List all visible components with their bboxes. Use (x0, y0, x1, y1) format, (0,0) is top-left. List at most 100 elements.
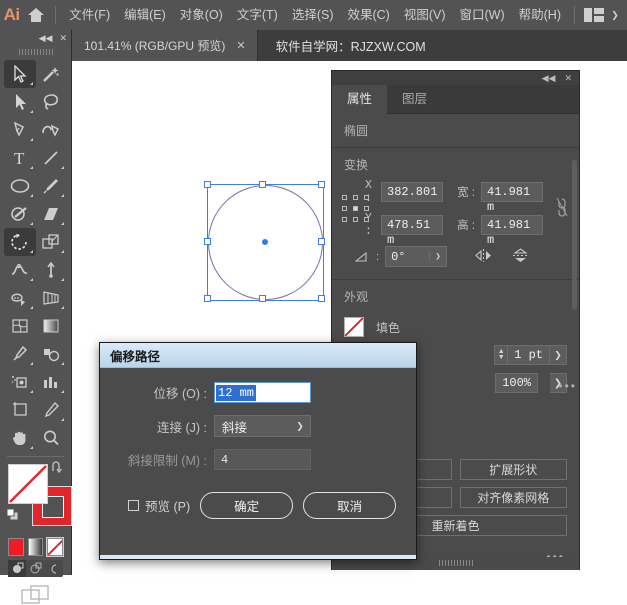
width-tool[interactable] (4, 256, 36, 284)
symbol-sprayer-tool[interactable] (4, 368, 36, 396)
arrange-documents-icon[interactable] (581, 0, 607, 30)
stroke-weight-control: ▲ ▼ 1 pt ❯ (494, 345, 567, 365)
free-transform-tool[interactable] (36, 256, 68, 284)
menu-object[interactable]: 对象(O) (173, 0, 230, 30)
eraser-tool[interactable] (36, 200, 68, 228)
handle-mid-right[interactable] (318, 238, 325, 245)
properties-scrollbar[interactable] (571, 158, 578, 598)
join-type-select[interactable]: 斜接 ❯ (214, 415, 311, 437)
chevron-down-icon[interactable]: ❯ (290, 421, 310, 432)
width-input[interactable]: 41.981 m (481, 182, 543, 214)
lasso-tool[interactable] (36, 88, 68, 116)
tab-layers[interactable]: 图层 (387, 85, 442, 114)
gradient-tool[interactable] (36, 312, 68, 340)
flip-horizontal-icon[interactable] (475, 248, 492, 266)
home-icon[interactable] (23, 0, 49, 30)
chevron-down-icon[interactable]: ❯ (550, 345, 567, 365)
magic-wand-tool[interactable] (36, 60, 68, 88)
draw-behind-button[interactable] (26, 560, 44, 577)
collapse-icon[interactable]: ◀◀ (542, 73, 556, 84)
document-tab[interactable]: 101.41% (RGB/GPU 预览) ✕ (72, 30, 258, 61)
cancel-button[interactable]: 取消 (303, 492, 397, 519)
handle-top-left[interactable] (204, 181, 211, 188)
menu-help[interactable]: 帮助(H) (512, 0, 568, 30)
menu-select[interactable]: 选择(S) (285, 0, 341, 30)
menu-type[interactable]: 文字(T) (230, 0, 285, 30)
align-pixel-grid-button[interactable]: 对齐像素网格 (459, 487, 567, 508)
draw-inside-button[interactable] (45, 560, 63, 577)
swap-fill-stroke-icon[interactable] (50, 460, 64, 477)
draw-normal-button[interactable] (8, 560, 27, 577)
y-input[interactable]: 478.51 m (381, 215, 443, 247)
menu-file[interactable]: 文件(F) (62, 0, 117, 30)
ellipse-tool[interactable] (4, 172, 36, 200)
handle-mid-left[interactable] (204, 238, 211, 245)
collapse-icon[interactable]: ◀◀ (39, 33, 53, 43)
artboard-tool[interactable] (4, 396, 36, 424)
handle-bottom-center[interactable] (259, 295, 266, 302)
constrain-proportions-icon[interactable] (555, 196, 569, 221)
zoom-tool[interactable] (36, 424, 68, 452)
eyedropper-tool[interactable] (4, 340, 36, 368)
fill-swatch[interactable] (8, 464, 48, 504)
gradient-mode-swatch[interactable] (27, 538, 44, 556)
chevron-down-icon[interactable]: ❯ (429, 251, 446, 262)
chevron-down-icon[interactable]: ❯ (607, 0, 623, 30)
shape-builder-tool[interactable] (4, 284, 36, 312)
menu-window[interactable]: 窗口(W) (453, 0, 512, 30)
stroke-weight-stepper[interactable]: ▲ ▼ (494, 345, 509, 365)
close-icon[interactable]: ✕ (59, 33, 67, 43)
offset-distance-input[interactable]: 12 mm (214, 382, 311, 403)
handle-bottom-left[interactable] (204, 295, 211, 302)
hand-tool[interactable] (4, 424, 36, 452)
reference-point-grid[interactable] (342, 194, 369, 223)
scrollbar-thumb[interactable] (572, 160, 577, 310)
mesh-tool[interactable] (4, 312, 36, 340)
curvature-tool[interactable] (36, 116, 68, 144)
line-segment-tool[interactable] (36, 144, 68, 172)
opacity-value[interactable]: 100% (495, 373, 538, 393)
handle-top-right[interactable] (318, 181, 325, 188)
menu-effect[interactable]: 效果(C) (340, 0, 396, 30)
offset-row: 位移 (O) : 12 mm (114, 382, 402, 403)
menu-edit[interactable]: 编辑(E) (117, 0, 173, 30)
toolbar-drag-handle[interactable] (0, 46, 71, 58)
close-icon[interactable]: ✕ (233, 39, 248, 52)
change-screen-mode-button[interactable] (0, 585, 71, 605)
selection-tool[interactable] (4, 60, 36, 88)
color-mode-swatch[interactable] (8, 538, 24, 556)
column-graph-tool[interactable] (36, 368, 68, 396)
ok-button[interactable]: 确定 (200, 492, 294, 519)
x-input[interactable]: 382.801 (381, 182, 443, 202)
direct-selection-tool[interactable] (4, 88, 36, 116)
checkbox-box[interactable] (128, 500, 139, 511)
drawing-modes-row (8, 560, 63, 577)
close-icon[interactable]: ✕ (564, 73, 572, 84)
stroke-weight-value[interactable]: 1 pt (508, 345, 550, 365)
default-fill-stroke-icon[interactable] (6, 508, 20, 525)
slice-tool[interactable] (36, 396, 68, 424)
expand-shape-button[interactable]: 扩展形状 (459, 459, 567, 480)
panel-header: ◀◀ ✕ (332, 71, 579, 85)
type-tool[interactable]: T (4, 144, 36, 172)
blend-tool[interactable] (36, 340, 68, 368)
paintbrush-tool[interactable] (36, 172, 68, 200)
rotate-tool[interactable] (4, 228, 36, 256)
rotation-angle-select[interactable]: 0° ❯ (385, 246, 448, 267)
menu-view[interactable]: 视图(V) (397, 0, 453, 30)
height-input[interactable]: 41.981 m (481, 215, 543, 247)
flip-vertical-icon[interactable] (512, 247, 529, 266)
scale-tool[interactable] (36, 228, 68, 256)
preview-checkbox[interactable]: 预览 (P) (128, 496, 190, 515)
handle-top-center[interactable] (259, 181, 266, 188)
shaper-tool[interactable] (4, 200, 36, 228)
pen-tool[interactable] (4, 116, 36, 144)
perspective-grid-tool[interactable] (36, 284, 68, 312)
selected-object-group[interactable] (204, 181, 325, 302)
fill-color-swatch[interactable] (344, 317, 364, 337)
miter-limit-input[interactable]: 4 (214, 449, 311, 470)
none-mode-swatch[interactable] (46, 537, 64, 557)
handle-bottom-right[interactable] (318, 295, 325, 302)
tab-properties[interactable]: 属性 (332, 85, 388, 114)
menu-separator (55, 6, 57, 24)
